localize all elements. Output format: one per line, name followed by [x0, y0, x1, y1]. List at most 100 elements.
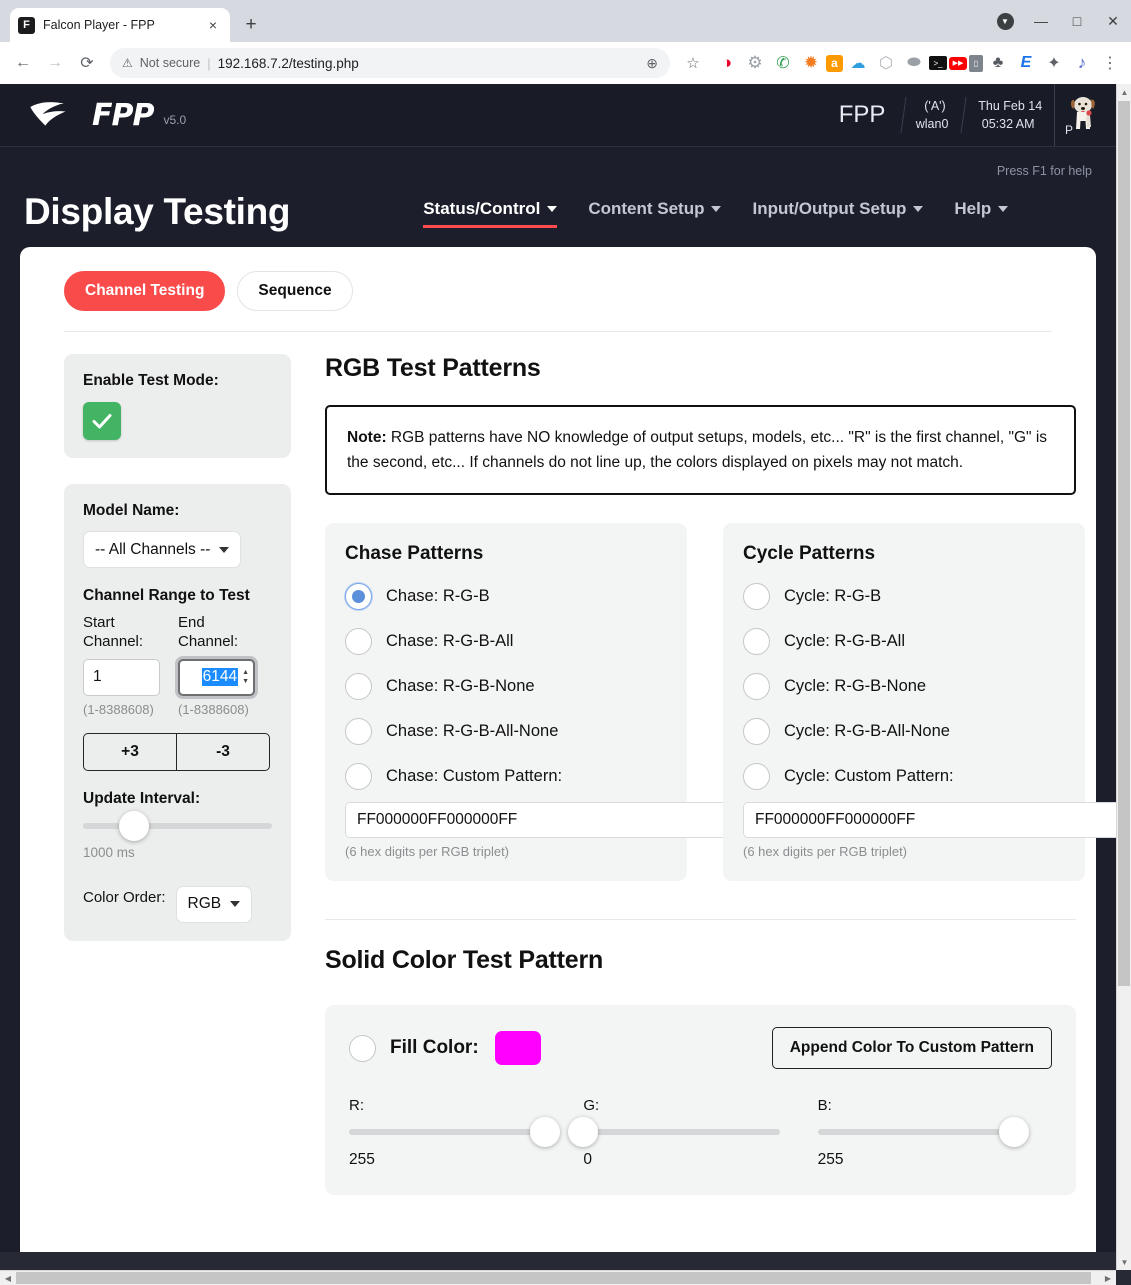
blue-slider-knob[interactable] — [999, 1117, 1029, 1147]
chase-option-rgb-all-none[interactable]: Chase: R-G-B-All-None — [345, 718, 667, 745]
enable-test-mode-checkbox[interactable] — [83, 402, 121, 440]
green-slider[interactable] — [583, 1129, 779, 1135]
radio-icon[interactable] — [743, 718, 770, 745]
chrome-menu-icon[interactable]: ⋮ — [1097, 50, 1123, 76]
chevron-down-icon — [998, 206, 1008, 212]
scroll-left-icon[interactable]: ◀ — [0, 1271, 16, 1285]
scroll-up-icon[interactable]: ▲ — [1117, 84, 1131, 100]
number-spinner-icon[interactable]: ▲▼ — [242, 669, 249, 685]
close-window-button[interactable]: ✕ — [1095, 6, 1131, 36]
nav-item-input-output-setup[interactable]: Input/Output Setup — [752, 199, 923, 228]
blue-channel-cell: B: 255 — [818, 1097, 1052, 1169]
model-name-value: -- All Channels -- — [95, 541, 210, 559]
green-slider-knob[interactable] — [568, 1117, 598, 1147]
radio-icon[interactable] — [743, 583, 770, 610]
zoom-icon[interactable]: ⊕ — [646, 55, 658, 72]
radio-icon[interactable] — [743, 763, 770, 790]
update-interval-slider[interactable] — [83, 823, 272, 829]
hexagon-icon[interactable]: ⬡ — [873, 50, 899, 76]
chase-option-rgb[interactable]: Chase: R-G-B — [345, 583, 667, 610]
close-tab-icon[interactable]: × — [204, 16, 222, 34]
e-icon[interactable]: E — [1013, 50, 1039, 76]
start-channel-value: 1 — [93, 668, 102, 686]
balloon-icon[interactable]: ⬬ — [901, 50, 927, 76]
nav-item-help[interactable]: Help — [954, 199, 1008, 228]
end-channel-input[interactable]: 6144 ▲▼ — [178, 659, 255, 696]
tab-sequence[interactable]: Sequence — [237, 271, 352, 311]
mascot-area[interactable]: P — [1054, 84, 1102, 146]
sun-gear-icon[interactable]: ✹ — [798, 50, 824, 76]
tree-icon[interactable]: ♣ — [985, 50, 1011, 76]
radio-icon[interactable] — [345, 718, 372, 745]
fill-color-swatch[interactable] — [495, 1031, 541, 1065]
minimize-button[interactable]: — — [1023, 6, 1059, 36]
cloud-icon[interactable]: ☁ — [845, 50, 871, 76]
scroll-down-icon[interactable]: ▼ — [1117, 1254, 1131, 1270]
address-bar[interactable]: ⚠ Not secure | 192.168.7.2/testing.php ⊕ — [110, 48, 670, 78]
bookmark-star-icon[interactable]: ☆ — [678, 48, 708, 78]
browser-tab[interactable]: F Falcon Player - FPP × — [10, 8, 230, 42]
forward-icon[interactable]: → — [40, 48, 70, 78]
radio-icon[interactable] — [743, 628, 770, 655]
radio-icon[interactable] — [345, 628, 372, 655]
start-channel-input[interactable]: 1 — [83, 659, 160, 696]
maximize-button[interactable]: □ — [1059, 6, 1095, 36]
new-tab-button[interactable]: + — [236, 10, 266, 40]
radio-icon[interactable] — [345, 763, 372, 790]
cycle-option-rgb-all[interactable]: Cycle: R-G-B-All — [743, 628, 1065, 655]
clock-time: 05:32 AM — [981, 115, 1034, 133]
chase-option-rgb-none[interactable]: Chase: R-G-B-None — [345, 673, 667, 700]
cycle-custom-pattern-input[interactable]: FF000000FF000000FF — [743, 802, 1116, 838]
puzzle-icon[interactable]: ✦ — [1041, 50, 1067, 76]
back-icon[interactable]: ← — [8, 48, 38, 78]
append-color-button[interactable]: Append Color To Custom Pattern — [772, 1027, 1052, 1069]
youtube-icon[interactable]: ▶▶ — [949, 57, 967, 70]
fpp-nav-row: Press F1 for help Display Testing Status… — [0, 147, 1116, 247]
reload-icon[interactable]: ⟳ — [72, 48, 102, 78]
radio-icon[interactable] — [743, 673, 770, 700]
radio-icon[interactable] — [345, 583, 372, 610]
chase-option-custom[interactable]: Chase: Custom Pattern: — [345, 763, 667, 790]
minus-three-button[interactable]: -3 — [176, 733, 270, 771]
channel-range-row: Start Channel: 1 (1-8388608) End Channel… — [83, 614, 272, 717]
color-order-select[interactable]: RGB — [176, 886, 253, 923]
fill-color-radio-icon[interactable] — [349, 1035, 376, 1062]
amazon-icon[interactable]: a — [826, 55, 843, 72]
horizontal-scrollbar[interactable]: ◀ ▶ — [0, 1270, 1116, 1285]
terminal-icon[interactable]: >_ — [929, 56, 947, 70]
red-slider-knob[interactable] — [530, 1117, 560, 1147]
horizontal-scrollbar-thumb[interactable] — [16, 1272, 1091, 1284]
cycle-option-rgb-none[interactable]: Cycle: R-G-B-None — [743, 673, 1065, 700]
network-status[interactable]: ('A') wlan0 — [901, 97, 966, 133]
content-columns: Enable Test Mode: Model Name: -- All Cha… — [40, 332, 1076, 1195]
fpp-status-area: FPP ('A') wlan0 Thu Feb 14 05:32 AM P — [839, 84, 1102, 146]
update-interval-slider-knob[interactable] — [119, 811, 149, 841]
vertical-scrollbar-thumb[interactable] — [1118, 101, 1130, 986]
cycle-option-custom[interactable]: Cycle: Custom Pattern: — [743, 763, 1065, 790]
chase-option-rgb-all[interactable]: Chase: R-G-B-All — [345, 628, 667, 655]
red-slider[interactable] — [349, 1129, 545, 1135]
model-name-select[interactable]: -- All Channels -- — [83, 531, 241, 568]
blue-slider[interactable] — [818, 1129, 1014, 1135]
green-label: G: — [583, 1097, 779, 1114]
clock-date: Thu Feb 14 — [978, 97, 1042, 115]
gear-icon[interactable]: ⚙ — [742, 50, 768, 76]
tab-channel-testing[interactable]: Channel Testing — [64, 271, 225, 311]
opera-icon[interactable]: ◑ — [714, 50, 740, 76]
vertical-scrollbar[interactable]: ▲ ▼ — [1116, 84, 1131, 1270]
nav-item-content-setup[interactable]: Content Setup — [588, 199, 721, 228]
radio-icon[interactable] — [345, 673, 372, 700]
network-interface-label: wlan0 — [916, 115, 949, 133]
chrome-update-button[interactable]: ▼ — [987, 6, 1023, 36]
fpp-logo[interactable]: FPP v5.0 — [28, 98, 186, 133]
cycle-option-rgb[interactable]: Cycle: R-G-B — [743, 583, 1065, 610]
cycle-option-rgb-all-none[interactable]: Cycle: R-G-B-All-None — [743, 718, 1065, 745]
nav-item-status-control[interactable]: Status/Control — [423, 199, 557, 228]
scroll-right-icon[interactable]: ▶ — [1100, 1271, 1116, 1285]
note-prefix: Note: — [347, 429, 387, 446]
music-icon[interactable]: ♪ — [1069, 50, 1095, 76]
plus-three-button[interactable]: +3 — [83, 733, 176, 771]
door-icon[interactable]: ▯ — [969, 55, 983, 72]
phone-icon[interactable]: ✆ — [770, 50, 796, 76]
end-channel-value: 6144 — [202, 668, 238, 686]
